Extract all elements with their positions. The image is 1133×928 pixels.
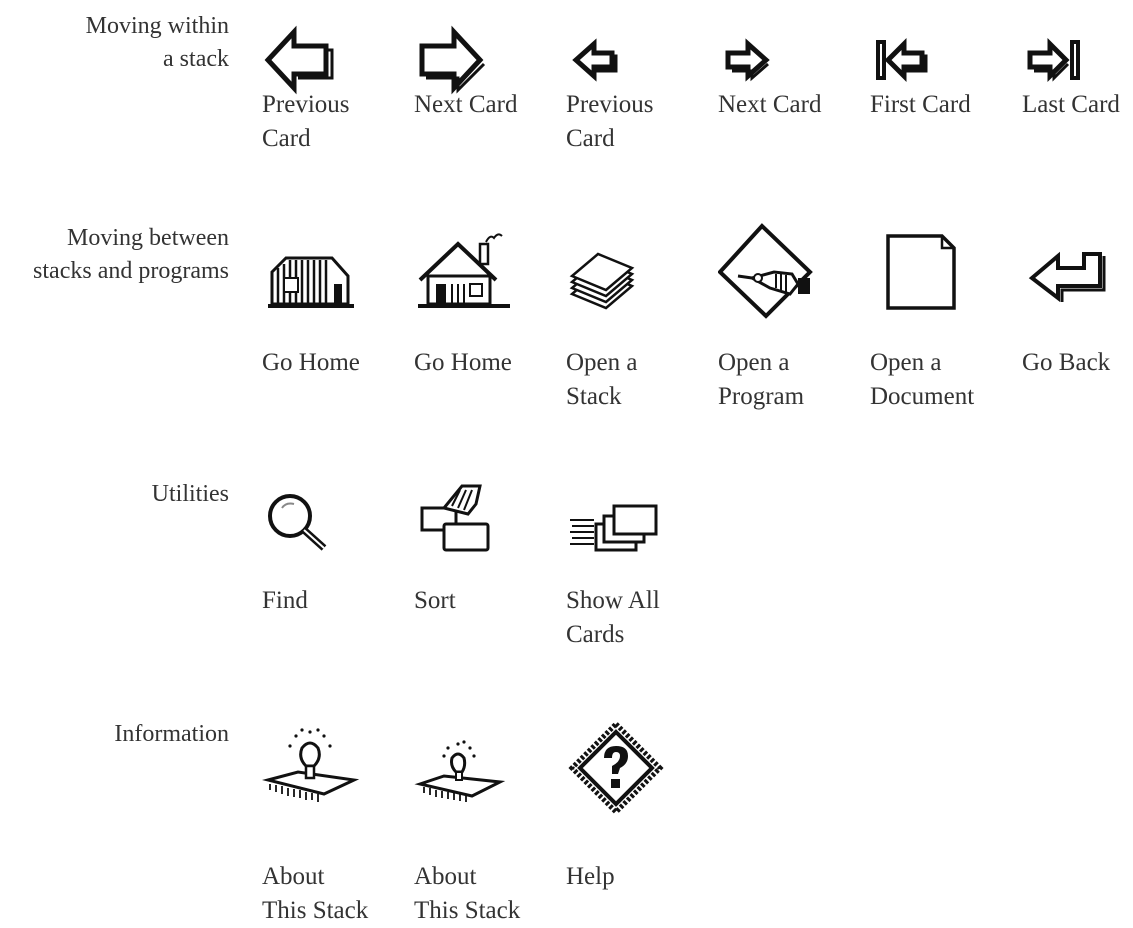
item-label: Go Home [262,349,360,376]
section-heading: Moving within a stack [85,13,229,72]
about-stack-small-icon [414,718,514,818]
item-label: About This Stack [414,863,521,924]
home-barn-icon [262,222,362,322]
item-label: Sort [414,587,456,614]
item-label: Help [566,863,615,890]
item-label: Go Home [414,349,512,376]
item-label: First Card [870,91,971,118]
document-icon [870,222,970,322]
item-label: Previous Card [262,91,350,152]
item-label: Show All Cards [566,587,660,648]
item-label: Go Back [1022,349,1111,376]
section-heading: Information [114,721,229,747]
help-icon [566,718,666,818]
item-label: Open a Document [870,349,975,410]
section-heading: Moving between stacks and programs [33,225,229,284]
item-label: Next Card [718,91,822,118]
item-label: Next Card [414,91,518,118]
item-label: Open a Stack [566,349,638,410]
item-label: Last Card [1022,91,1120,118]
go-back-icon [1022,222,1122,322]
sort-icon [414,478,514,578]
stack-icon [566,222,666,322]
item-label: Open a Program [718,349,805,410]
item-label: Previous Card [566,91,654,152]
magnifier-icon [262,478,362,578]
program-icon [718,222,818,322]
about-stack-icon [262,718,362,818]
home-house-icon [414,222,514,322]
item-label: About This Stack [262,863,369,924]
icon-reference-page: Moving within a stack Previous Card Next… [0,0,1133,925]
item-label: Find [262,587,308,614]
section-heading: Utilities [151,481,229,507]
show-all-cards-icon [566,478,666,578]
